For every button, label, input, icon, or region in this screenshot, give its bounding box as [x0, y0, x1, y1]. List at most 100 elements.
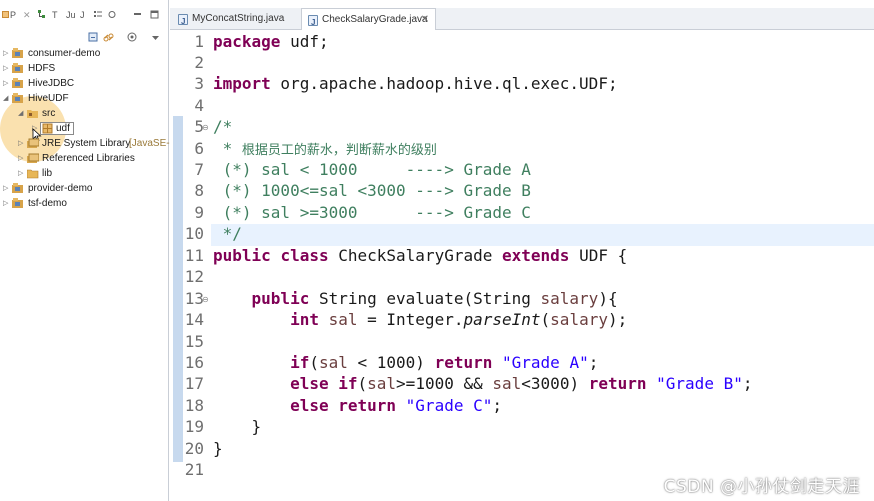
expand-arrow-icon[interactable]: ▷ [18, 136, 26, 151]
line-number: 19 [184, 417, 204, 436]
local-variable: sal [318, 353, 348, 372]
tab-label: Ju [66, 10, 76, 20]
keyword: return [434, 353, 493, 372]
outline-tab[interactable] [94, 10, 102, 20]
code-text: ( [540, 310, 551, 329]
expand-arrow-icon[interactable]: ▷ [18, 151, 26, 166]
folder-icon [27, 169, 39, 179]
javadoc-tab[interactable]: J [80, 10, 85, 20]
code-line-7[interactable]: (*) sal < 1000 ----> Grade A [213, 159, 531, 180]
line-number: 5 [194, 117, 204, 136]
code-line-18[interactable]: else return "Grade C"; [213, 395, 502, 416]
package-explorer-tab[interactable]: P [2, 10, 16, 20]
keyword: extends [502, 246, 570, 265]
tree-item-hivejdbc[interactable]: ▷ HiveJDBC [0, 76, 169, 91]
code-line-5[interactable]: /* [213, 116, 232, 137]
code-text: org.apache.hadoop.hive.ql.exec.UDF; [270, 74, 618, 93]
type-tab[interactable]: T [52, 10, 58, 20]
parameter: salary [540, 289, 599, 308]
keyword: if [290, 353, 310, 372]
expand-arrow-icon[interactable]: ▷ [3, 196, 11, 211]
tree-item-provider-demo[interactable]: ▷ provider-demo [0, 181, 169, 196]
line-number: 2 [194, 53, 204, 72]
editor-tab-bar: MyConcatString.java CheckSalaryGrade.jav… [170, 8, 874, 34]
tree-item-decoration: [JavaSE- [129, 138, 170, 149]
expand-arrow-icon[interactable]: ▷ [18, 166, 26, 181]
close-icon[interactable]: ✕ [23, 10, 31, 21]
local-variable: sal [492, 374, 522, 393]
keyword: return [328, 396, 397, 415]
package-explorer-icon [2, 11, 9, 18]
tab-label: MyConcatString.java [192, 13, 285, 24]
string-literal: "Grade B" [646, 374, 743, 393]
tree-item-jre-system-library[interactable]: ▷ JRE System Library [JavaSE- [0, 136, 170, 151]
junit-tab[interactable]: Ju [66, 10, 76, 20]
expand-arrow-icon[interactable]: ▷ [3, 46, 11, 61]
project-icon [12, 93, 23, 103]
code-line-6[interactable]: * 根据员工的薪水，判断薪水的级别 [213, 138, 437, 161]
tab-checksalarygrade[interactable]: CheckSalaryGrade.java ✕ [301, 8, 436, 34]
type-hierarchy-tab[interactable] [38, 10, 46, 20]
tab-label: J [80, 10, 85, 20]
keyword: package [213, 32, 281, 51]
code-text: < 1000) [347, 353, 435, 372]
code-text: ; [742, 374, 753, 393]
collapse-arrow-icon[interactable]: ◢ [18, 106, 26, 121]
close-icon[interactable]: ✕ [421, 9, 429, 31]
code-line-19[interactable]: } [213, 416, 262, 437]
tree-item-hdfs[interactable]: ▷ HDFS [0, 61, 169, 76]
code-line-13[interactable]: public String evaluate(String salary){ [213, 288, 618, 309]
link-with-editor-icon[interactable] [103, 32, 114, 43]
current-line-highlight [211, 224, 874, 246]
code-line-11[interactable]: public class CheckSalaryGrade extends UD… [213, 245, 627, 266]
minimize-icon[interactable] [133, 10, 142, 21]
view-menu-icon[interactable] [150, 32, 161, 43]
code-text: CheckSalaryGrade [328, 246, 502, 265]
code-line-1[interactable]: package udf; [213, 31, 329, 52]
tree-item-label: Referenced Libraries [42, 153, 135, 164]
tree-item-hiveudf[interactable]: ◢ HiveUDF [0, 91, 169, 106]
console-tab[interactable] [108, 10, 116, 20]
collapse-all-icon[interactable] [88, 32, 99, 43]
code-line-14[interactable]: int sal = Integer.parseInt(salary); [213, 309, 627, 330]
expand-arrow-icon[interactable]: ▷ [3, 76, 11, 91]
code-line-16[interactable]: if(sal < 1000) return "Grade A"; [213, 352, 598, 373]
collapse-arrow-icon[interactable]: ◢ [3, 91, 11, 106]
line-number: 16 [184, 353, 204, 372]
tree-item-referenced-libraries[interactable]: ▷ Referenced Libraries [0, 151, 169, 166]
keyword: return [588, 374, 647, 393]
explorer-toolbar [0, 30, 169, 46]
code-line-20[interactable]: } [213, 438, 223, 459]
source-folder-icon [27, 110, 38, 118]
code-line-17[interactable]: else if(sal>=1000 && sal<3000) return "G… [213, 373, 752, 394]
comment-text: * [213, 139, 242, 158]
tree-item-tsf-demo[interactable]: ▷ tsf-demo [0, 196, 169, 211]
tree-item-src[interactable]: ◢ src [0, 106, 169, 121]
code-line-8[interactable]: (*) 1000<=sal <3000 ---> Grade B [213, 180, 531, 201]
tree-item-label: HiveJDBC [28, 78, 75, 89]
code-line-3[interactable]: import org.apache.hadoop.hive.ql.exec.UD… [213, 73, 618, 94]
line-number: 8 [194, 181, 204, 200]
expand-arrow-icon[interactable]: ▷ [3, 61, 11, 76]
expand-arrow-icon[interactable]: ▷ [3, 181, 11, 196]
line-number: 6 [194, 139, 204, 158]
fold-collapse-icon[interactable]: ⊖ [202, 295, 209, 304]
line-number: 13 [184, 289, 204, 308]
tree-item-udf[interactable]: ▷ udf [0, 121, 169, 142]
code-line-9[interactable]: (*) sal >=3000 ---> Grade C [213, 202, 531, 223]
tree-item-consumer-demo[interactable]: ▷ consumer-demo [0, 46, 169, 61]
code-line-10[interactable]: */ [213, 223, 242, 244]
string-literal: "Grade A" [492, 353, 589, 372]
line-number: 18 [184, 396, 204, 415]
tree-item-label: udf [56, 123, 70, 134]
tab-myconcatstring[interactable]: MyConcatString.java [172, 8, 299, 33]
fold-collapse-icon[interactable]: ⊖ [202, 123, 209, 132]
code-text: ; [588, 353, 599, 372]
code-text: ( [357, 374, 368, 393]
tree-item-lib[interactable]: ▷ lib [0, 166, 169, 181]
focus-icon[interactable] [127, 32, 138, 43]
java-file-icon [308, 12, 318, 34]
line-number: 17 [184, 374, 204, 393]
maximize-icon[interactable] [150, 10, 159, 21]
code-text: ( [309, 353, 319, 372]
